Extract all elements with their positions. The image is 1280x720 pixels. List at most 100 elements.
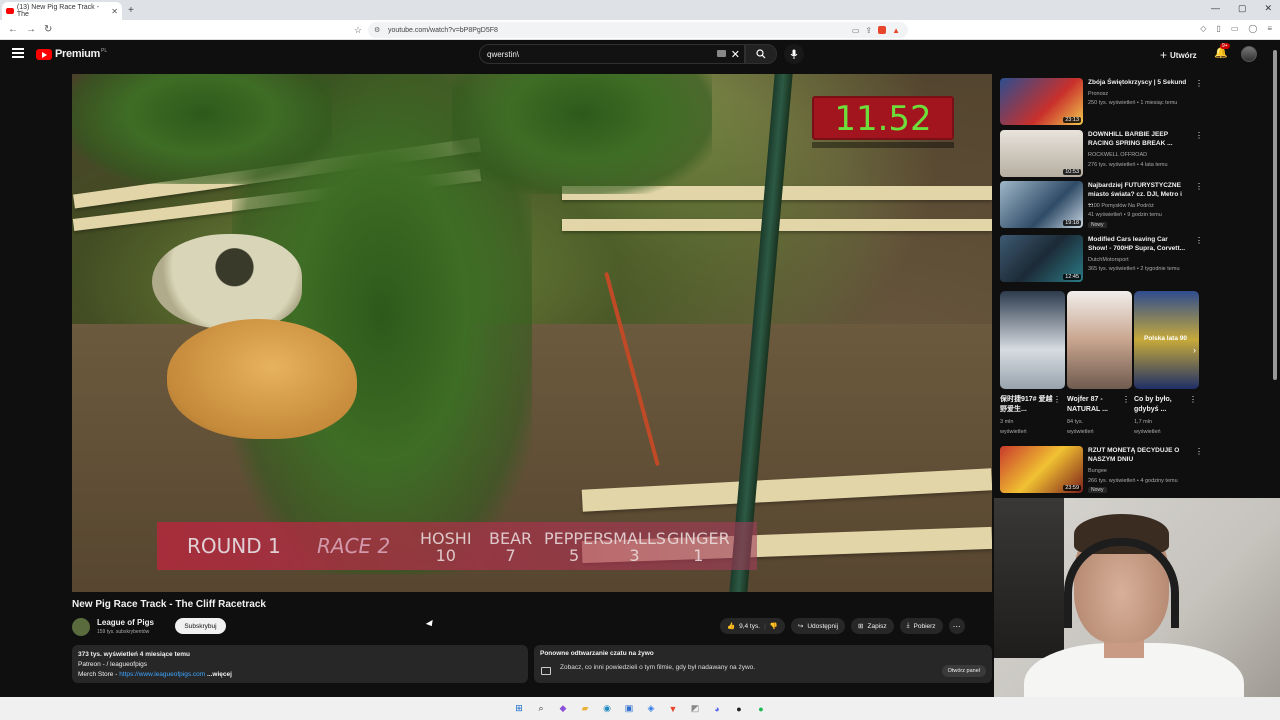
open-panel-button[interactable]: Otwórz panel [941,665,986,677]
patreon-label: Patreon - [78,661,107,668]
thumbs-down-icon[interactable]: 👎 [770,622,778,630]
back-icon[interactable]: ← [8,24,18,35]
more-options-icon[interactable]: ⋮ [1195,447,1203,456]
close-window-icon[interactable]: ✕ [1264,3,1272,14]
app-icon[interactable]: ◈ [643,701,659,717]
wallet-icon[interactable]: ▭ [1231,24,1239,33]
spotted-pig [152,234,302,329]
browser-tab[interactable]: (13) New Pig Race Track - The ✕ [2,2,122,20]
subscribe-button[interactable]: Subskrybuj [175,618,226,634]
recommendation-meta: 276 tys. wyświetleń • 4 lata temu [1088,162,1168,168]
more-options-icon[interactable]: ⋮ [1122,395,1130,404]
recommendation-meta: 41 wyświetleń • 9 godzin temu [1088,212,1162,218]
search-input[interactable]: qwerstin\ ✕ [479,44,745,64]
search-button[interactable] [745,44,777,64]
race-label: RACE 2 [317,534,391,558]
app-icon[interactable]: ◩ [687,701,703,717]
more-options-icon[interactable]: ⋮ [1195,131,1203,140]
more-options-icon[interactable]: ⋮ [1195,182,1203,191]
video-thumbnail[interactable]: 23:13 [1000,78,1083,125]
menu-icon[interactable]: ≡ [1267,24,1272,33]
new-tab-icon[interactable]: + [128,5,134,16]
short-thumbnail[interactable]: Polska lata 90 [1134,291,1199,389]
page-scrollbar[interactable] [1273,50,1277,380]
rewards-icon[interactable]: ▲ [892,26,900,35]
youtube-favicon-icon [6,8,14,14]
share-icon: ↪ [797,623,804,630]
racer-score: 3 [629,546,640,565]
view-label: wyświetleń [1134,429,1161,435]
share-label: Udostępnij [807,622,839,630]
install-icon[interactable]: ▭ [852,26,860,35]
more-options-icon[interactable]: ⋮ [1189,395,1197,404]
video-player[interactable]: 11.52 ROUND 1 RACE 2 HOSHI 10 BEAR 7 PEP… [72,74,992,592]
youtube-logo[interactable]: Premium PL [36,48,107,60]
discord-icon[interactable]: ◕ [709,701,725,717]
app-icon[interactable]: ● [731,701,747,717]
forward-icon[interactable]: → [26,24,36,35]
spotify-icon[interactable]: ● [753,701,769,717]
short-views: 84 tys. wyświetleń [1067,417,1127,437]
racer-name: BEAR [489,529,533,548]
chat-replay-text: Zobacz, co inni powiedzieli o tym filmie… [560,664,756,671]
share-page-icon[interactable]: ⇪ [865,26,872,35]
chat-icon [541,667,551,675]
show-more-button[interactable]: ...więcej [207,671,232,678]
close-tab-icon[interactable]: ✕ [111,7,118,16]
voice-search-button[interactable] [784,44,804,64]
mouse-cursor [425,619,436,629]
brave-shield-icon[interactable] [878,25,887,34]
shorts-next-arrow-icon[interactable]: › [1193,345,1196,355]
file-explorer-icon[interactable]: ▰ [577,701,593,717]
notifications-button[interactable]: 🔔 9+ [1214,43,1230,59]
foliage [72,74,332,184]
channel-avatar[interactable] [72,618,90,636]
minimize-icon[interactable]: — [1211,3,1220,14]
bookmark-save-icon: ⊞ [858,623,864,630]
recommendation-meta: 250 tys. wyświetleń • 1 miesiąc temu [1088,100,1178,106]
save-button[interactable]: ⊞ Zapisz [851,618,894,634]
windows-start-icon[interactable]: ⊞ [511,701,527,717]
video-thumbnail[interactable]: 23:59 [1000,446,1083,493]
download-button[interactable]: ⤓ Pobierz [899,618,943,634]
bookmark-icon[interactable]: ☆ [354,25,362,36]
description-box[interactable]: 373 tys. wyświetleń 4 miesiące temu Patr… [72,645,528,683]
patreon-handle[interactable]: / leagueofpigs [107,661,147,668]
edge-icon[interactable]: ◉ [599,701,615,717]
video-thumbnail[interactable]: 10:53 [1000,130,1083,177]
maximize-icon[interactable]: ▢ [1238,3,1247,14]
short-thumbnail[interactable] [1067,291,1132,389]
window-controls: — ▢ ✕ [1211,3,1272,14]
taskbar-search-icon[interactable]: ⌕ [533,701,549,717]
more-options-icon[interactable]: ⋮ [1195,236,1203,245]
chat-replay-box: Ponowne odtwarzanie czatu na żywo Zobacz… [534,645,992,683]
clear-search-icon[interactable]: ✕ [731,48,740,61]
url-field[interactable]: ☆ ⚙ youtube.com/watch?v=bP8PgD5F8 ▭ ⇪ ▲ [354,22,908,38]
keyboard-icon[interactable] [717,50,726,57]
short-thumbnail[interactable] [1000,291,1065,389]
copilot-icon[interactable]: ◆ [555,701,571,717]
sidebar-icon[interactable]: ▯ [1216,24,1220,33]
site-info-icon[interactable]: ⚙ [374,26,380,34]
profile-icon[interactable]: ◯ [1248,24,1257,33]
avatar[interactable] [1241,46,1257,62]
like-button[interactable]: 👍 9,4 tys. | 👎 [720,618,785,634]
create-button[interactable]: + Utwórz [1160,48,1197,62]
merch-link[interactable]: https://www.leagueofpigs.com [119,671,205,678]
extensions-icon[interactable]: ◇ [1200,24,1206,33]
share-button[interactable]: ↪ Udostępnij [790,618,846,634]
video-thumbnail[interactable]: 19:18 [1000,181,1083,228]
more-options-icon[interactable]: ⋮ [1195,79,1203,88]
more-options-icon[interactable]: ⋮ [1053,395,1061,404]
chat-replay-title: Ponowne odtwarzanie czatu na żywo [540,650,654,657]
more-actions-button[interactable]: ⋯ [948,618,965,634]
video-thumbnail[interactable]: 12:45 [1000,235,1083,282]
brave-icon[interactable]: ▼ [665,701,681,717]
store-icon[interactable]: ▣ [621,701,637,717]
channel-name[interactable]: League of Pigs [97,618,154,627]
reload-icon[interactable]: ↻ [44,24,52,35]
new-badge: Nowy [1088,487,1107,493]
recommendation-channel: Bungee [1088,468,1107,474]
search-icon [756,49,766,59]
menu-hamburger-icon[interactable] [12,48,24,58]
